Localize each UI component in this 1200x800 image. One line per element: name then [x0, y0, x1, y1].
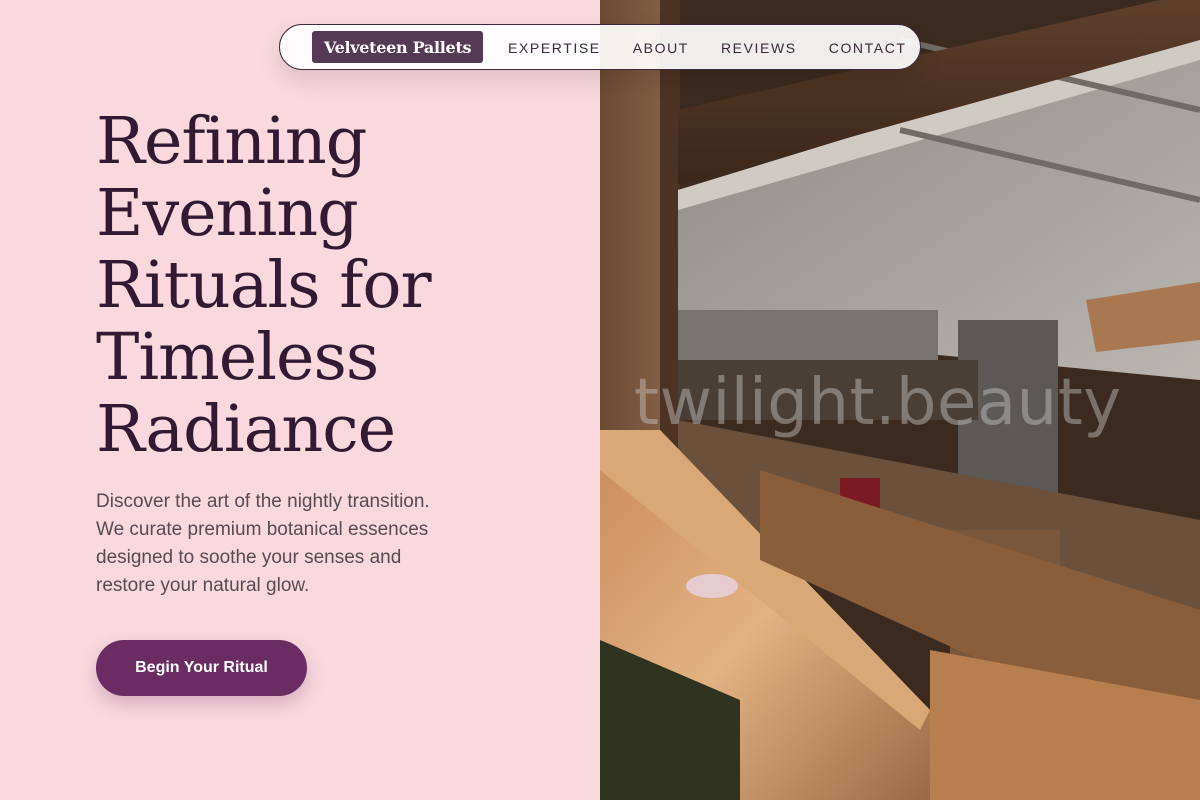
nav-links: EXPERTISE ABOUT REVIEWS CONTACT: [508, 25, 907, 71]
hero-image: twilight.beauty: [600, 0, 1200, 800]
brand-logo[interactable]: Velveteen Pallets: [312, 31, 484, 63]
hero-description-line: designed to soothe your senses and: [96, 547, 402, 568]
hero-section: Refining Evening Rituals for Timeless Ra…: [0, 0, 600, 800]
begin-ritual-button[interactable]: Begin Your Ritual: [96, 640, 307, 696]
nav-link-expertise[interactable]: EXPERTISE: [508, 40, 601, 56]
hero-description: Discover the art of the nightly transiti…: [96, 488, 496, 600]
hero-title-line: Refining: [96, 104, 367, 179]
nav-link-about[interactable]: ABOUT: [633, 40, 689, 56]
hero-title-line: Rituals for: [96, 248, 432, 323]
hero-title-line: Timeless: [96, 320, 379, 395]
hero-title: Refining Evening Rituals for Timeless Ra…: [96, 106, 576, 466]
nav-link-contact[interactable]: CONTACT: [829, 40, 907, 56]
hero-description-line: We curate premium botanical essences: [96, 519, 429, 540]
top-navbar: Velveteen Pallets EXPERTISE ABOUT REVIEW…: [279, 24, 921, 70]
hero-title-line: Evening: [96, 176, 359, 251]
watermark-text: twilight.beauty: [634, 366, 1122, 440]
hero-description-line: restore your natural glow.: [96, 575, 310, 596]
hero-description-line: Discover the art of the nightly transiti…: [96, 491, 430, 512]
hero-title-line: Radiance: [96, 392, 396, 467]
nav-link-reviews[interactable]: REVIEWS: [721, 40, 797, 56]
